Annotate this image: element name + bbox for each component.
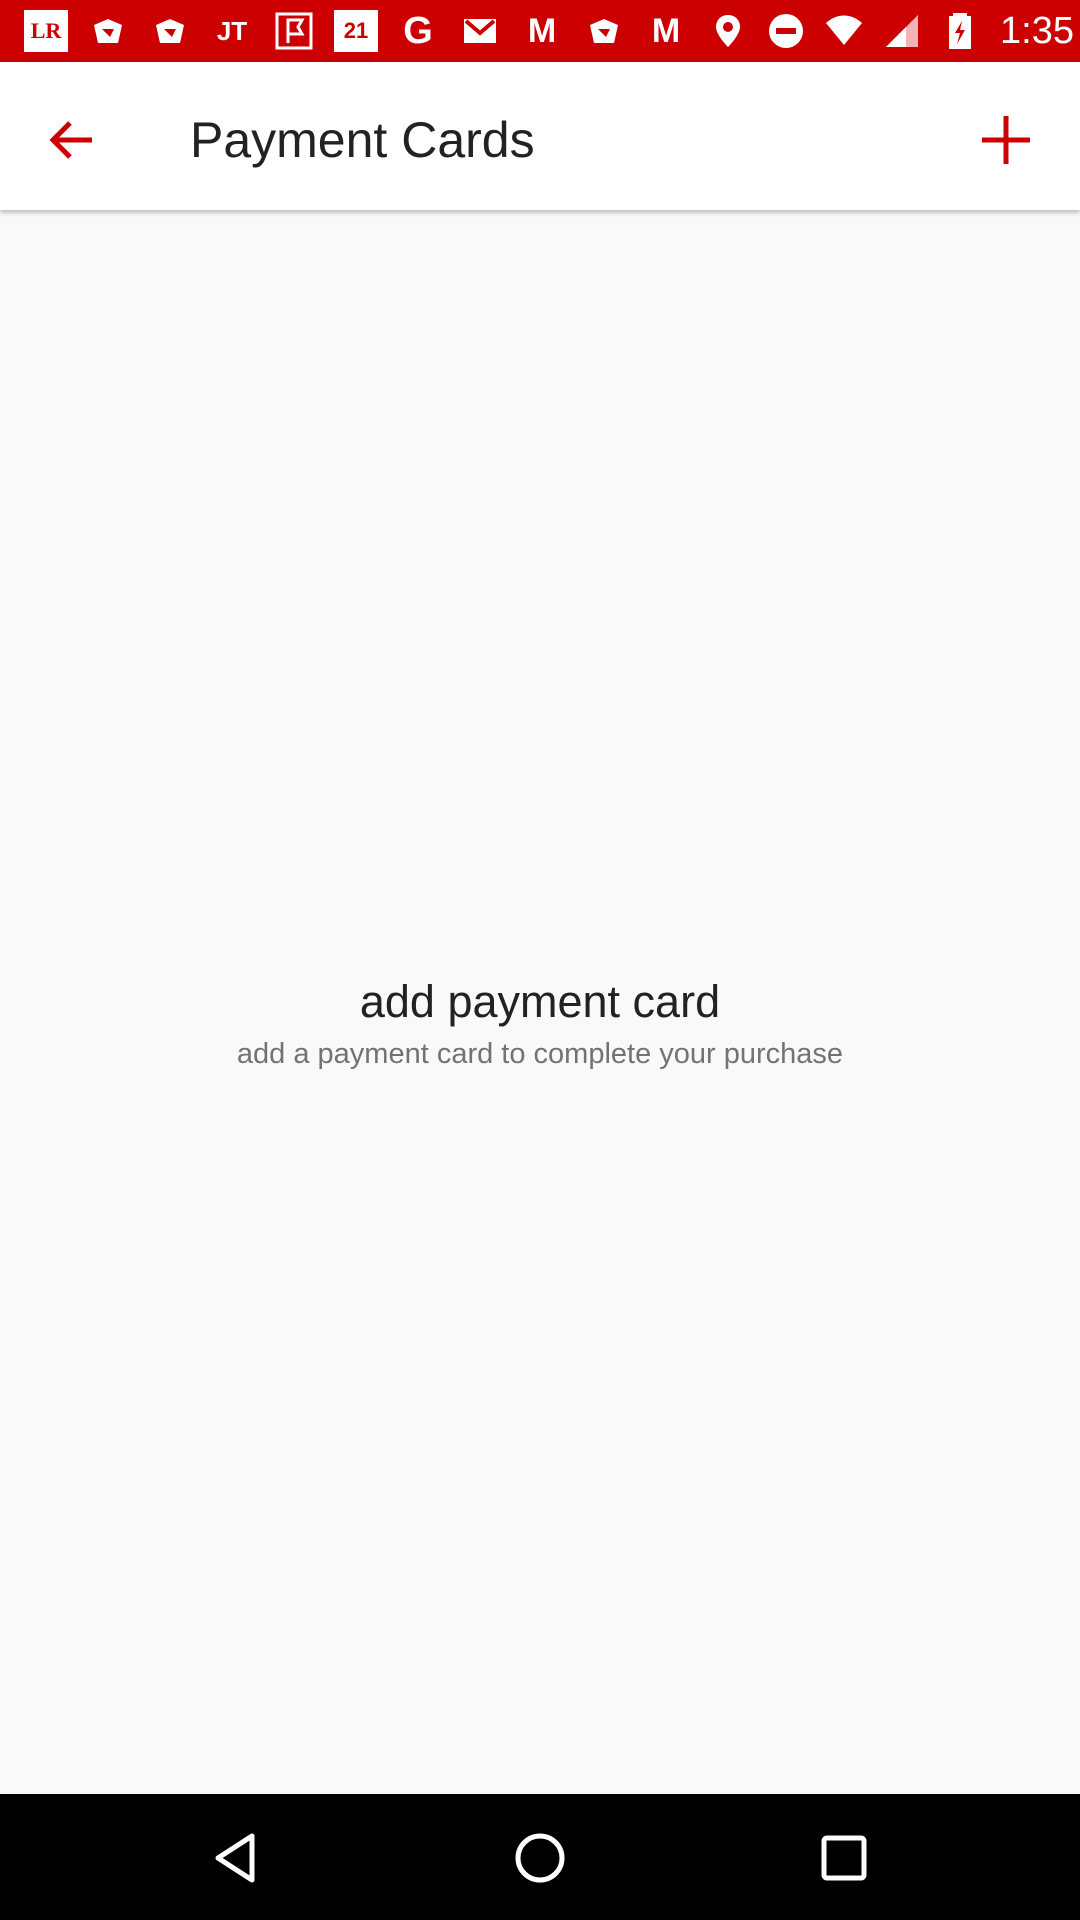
- do-not-disturb-icon: [764, 9, 808, 53]
- navigation-bar: [0, 1794, 1080, 1920]
- gift-icon-3: [582, 9, 626, 53]
- system-status: 1:35: [706, 9, 1074, 53]
- nav-home-button[interactable]: [502, 1820, 578, 1896]
- m-app-icon-2: M: [651, 12, 681, 50]
- status-time: 1:35: [1000, 9, 1074, 52]
- wifi-icon: [822, 9, 866, 53]
- arrow-left-icon: [49, 121, 92, 159]
- empty-state-subtitle: add a payment card to complete your purc…: [236, 1038, 844, 1070]
- gift-icon-2: [148, 9, 192, 53]
- app-bar: Payment Cards: [0, 62, 1080, 210]
- flag-app-icon: [272, 9, 316, 53]
- page-title: Payment Cards: [190, 112, 535, 168]
- back-button[interactable]: [30, 98, 114, 182]
- square-recents-icon: [821, 1835, 867, 1881]
- circle-home-icon: [515, 1833, 565, 1883]
- notification-icons: LR JT 21 G M M: [24, 9, 706, 53]
- nav-back-button[interactable]: [198, 1820, 274, 1896]
- status-bar: LR JT 21 G M M 1:35: [0, 0, 1080, 62]
- triangle-back-icon: [215, 1833, 255, 1883]
- add-card-button[interactable]: [962, 96, 1050, 184]
- m-app-icon: M: [527, 12, 557, 50]
- battery-icon: [938, 9, 982, 53]
- plus-icon: [982, 116, 1030, 164]
- google-icon: G: [403, 10, 433, 52]
- empty-state-title: add payment card: [359, 976, 721, 1027]
- empty-state: add payment card add a payment card to c…: [0, 970, 1080, 1074]
- jt-app-icon: JT: [216, 16, 248, 46]
- forever21-icon: 21: [334, 9, 378, 53]
- gmail-icon: [458, 9, 502, 53]
- nav-recents-button[interactable]: [806, 1820, 882, 1896]
- lr-app-icon: LR: [24, 9, 68, 53]
- signal-icon: [880, 9, 924, 53]
- gift-icon: [86, 9, 130, 53]
- location-icon: [706, 9, 750, 53]
